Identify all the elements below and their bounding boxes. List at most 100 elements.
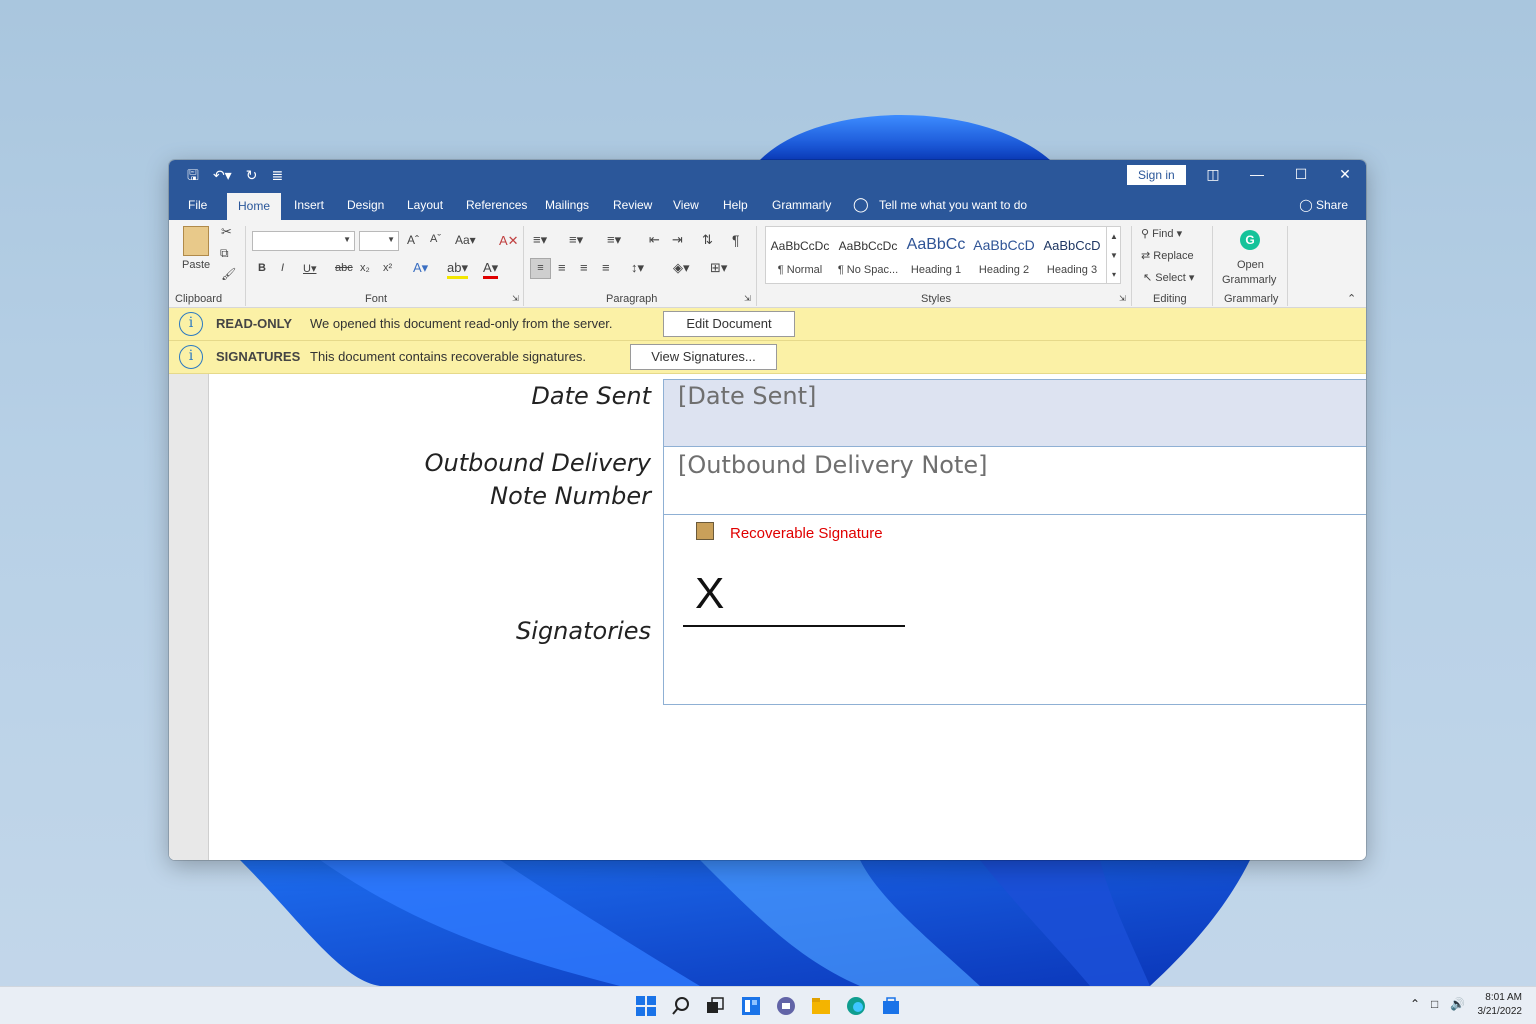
redo-icon[interactable]: ↻ xyxy=(246,165,258,185)
signature-image-icon[interactable] xyxy=(696,522,714,540)
store-icon[interactable] xyxy=(880,995,902,1017)
volume-icon[interactable]: 🔊 xyxy=(1450,997,1465,1011)
justify-icon[interactable]: ≡ xyxy=(602,260,610,275)
tab-insert[interactable]: Insert xyxy=(294,190,324,220)
shrink-font-icon[interactable]: Aˇ xyxy=(430,233,441,245)
grammarly-group-label: Grammarly xyxy=(1224,293,1279,305)
network-icon[interactable]: □ xyxy=(1431,997,1438,1011)
underline-icon[interactable]: U▾ xyxy=(303,262,316,275)
edit-document-button[interactable]: Edit Document xyxy=(663,311,795,337)
sort-icon[interactable]: ⇅ xyxy=(702,232,713,248)
show-formatting-icon[interactable]: ¶ xyxy=(732,232,740,248)
tab-design[interactable]: Design xyxy=(347,190,384,220)
view-signatures-button[interactable]: View Signatures... xyxy=(630,344,777,370)
open-grammarly-line2[interactable]: Grammarly xyxy=(1222,274,1276,286)
align-right-icon[interactable]: ≡ xyxy=(580,260,588,275)
date-sent-placeholder: [Date Sent] xyxy=(678,382,817,410)
increase-indent-icon[interactable]: ⇥ xyxy=(672,232,683,248)
open-grammarly-line1[interactable]: Open xyxy=(1237,259,1264,271)
change-case-icon[interactable]: Aa▾ xyxy=(455,233,476,247)
borders-icon[interactable]: ⊞▾ xyxy=(710,260,727,276)
strikethrough-icon[interactable]: abc xyxy=(335,262,353,274)
tab-help[interactable]: Help xyxy=(723,190,748,220)
select-button[interactable]: ↖ Select ▾ xyxy=(1143,271,1194,284)
align-center-icon[interactable]: ≡ xyxy=(558,260,566,275)
teams-chat-icon[interactable] xyxy=(775,995,797,1017)
customize-qat-icon[interactable]: ≣ xyxy=(271,165,283,185)
cut-icon[interactable]: ✂ xyxy=(221,224,232,240)
tab-home[interactable]: Home xyxy=(227,193,282,220)
multilevel-list-icon[interactable]: ≡▾ xyxy=(607,232,621,248)
tab-review[interactable]: Review xyxy=(613,190,652,220)
find-icon: ⚲ xyxy=(1141,228,1153,240)
bold-icon[interactable]: B xyxy=(258,262,266,274)
tab-grammarly[interactable]: Grammarly xyxy=(772,190,831,220)
save-icon[interactable]: 🖫 xyxy=(187,165,199,185)
numbering-icon[interactable]: ≡▾ xyxy=(569,232,583,248)
clipboard-group-label: Clipboard xyxy=(175,293,223,305)
separator xyxy=(245,226,246,306)
decrease-indent-icon[interactable]: ⇤ xyxy=(649,232,660,248)
clear-formatting-icon[interactable]: A✕ xyxy=(499,233,519,249)
collapse-ribbon-icon[interactable]: ⌃ xyxy=(1347,292,1356,305)
styles-dialog-launcher-icon[interactable]: ⇲ xyxy=(1119,294,1126,303)
message-text: This document contains recoverable signa… xyxy=(310,349,587,364)
bullets-icon[interactable]: ≡▾ xyxy=(533,232,547,248)
share-label: Share xyxy=(1315,198,1348,212)
widgets-icon[interactable] xyxy=(740,995,762,1017)
font-name-combo[interactable]: ▼ xyxy=(252,231,355,251)
paragraph-dialog-launcher-icon[interactable]: ⇲ xyxy=(744,294,751,303)
font-color-icon[interactable]: A▾ xyxy=(483,260,499,279)
minimize-icon[interactable]: — xyxy=(1235,164,1279,184)
copy-icon[interactable]: ⧉ xyxy=(220,246,229,261)
taskbar: ⌃ □ 🔊 8:01 AM 3/21/2022 xyxy=(0,986,1536,1024)
grow-font-icon[interactable]: Aˆ xyxy=(407,233,419,247)
paste-button[interactable]: Paste xyxy=(182,259,210,271)
text-effects-icon[interactable]: A▾ xyxy=(413,260,428,276)
signature-line[interactable] xyxy=(683,625,905,627)
maximize-icon[interactable]: ☐ xyxy=(1279,164,1323,184)
edge-icon[interactable] xyxy=(845,995,867,1017)
clock[interactable]: 8:01 AM 3/21/2022 xyxy=(1478,991,1523,1019)
style-sample: AaBbCcDc xyxy=(770,239,830,253)
task-view-icon[interactable] xyxy=(704,995,726,1017)
align-left-icon[interactable]: ≡ xyxy=(530,258,551,279)
tab-layout[interactable]: Layout xyxy=(407,190,443,220)
sign-in-button[interactable]: Sign in xyxy=(1127,165,1186,185)
start-icon[interactable] xyxy=(635,995,657,1017)
subscript-icon[interactable]: x₂ xyxy=(360,262,370,274)
separator xyxy=(1131,226,1132,306)
delivery-note-field[interactable]: [Outbound Delivery Note] xyxy=(663,446,1366,515)
tab-references[interactable]: References xyxy=(466,190,527,220)
tell-me-search[interactable]: Tell me what you want to do xyxy=(879,190,1027,220)
ribbon-display-options-icon[interactable]: ◫ xyxy=(1191,164,1235,184)
find-button[interactable]: ⚲ Find ▾ xyxy=(1141,227,1182,240)
recoverable-signature-link[interactable]: Recoverable Signature xyxy=(730,525,883,542)
paste-icon[interactable] xyxy=(183,226,209,256)
shading-icon[interactable]: ◈▾ xyxy=(673,260,690,276)
close-icon[interactable]: ✕ xyxy=(1323,164,1366,184)
search-icon[interactable] xyxy=(670,995,692,1017)
window-controls: ◫ — ☐ ✕ xyxy=(1191,164,1366,184)
tab-view[interactable]: View xyxy=(673,190,699,220)
date-sent-field[interactable]: [Date Sent] xyxy=(663,379,1366,447)
styles-scroll[interactable]: ▲ ▼ ▾ xyxy=(1106,227,1121,284)
font-size-combo[interactable]: ▼ xyxy=(359,231,399,251)
grammarly-icon[interactable]: G xyxy=(1240,230,1260,250)
superscript-icon[interactable]: x² xyxy=(383,262,392,274)
tab-mailings[interactable]: Mailings xyxy=(545,190,589,220)
font-dialog-launcher-icon[interactable]: ⇲ xyxy=(512,294,519,303)
highlight-icon[interactable]: ab▾ xyxy=(447,260,468,279)
show-hidden-icons-icon[interactable]: ⌃ xyxy=(1410,997,1420,1011)
info-icon: i xyxy=(179,345,203,369)
line-spacing-icon[interactable]: ↕▾ xyxy=(631,260,644,276)
replace-button[interactable]: ⇄ Replace xyxy=(1141,249,1194,262)
tab-file[interactable]: File xyxy=(188,190,207,220)
find-label: Find xyxy=(1152,228,1174,240)
info-icon: i xyxy=(179,312,203,336)
format-painter-icon[interactable]: 🖌 xyxy=(221,267,236,281)
file-explorer-icon[interactable] xyxy=(810,995,832,1017)
undo-icon[interactable]: ↶▾ xyxy=(213,165,232,185)
share-button[interactable]: ◯ Share xyxy=(1299,190,1348,220)
italic-icon[interactable]: I xyxy=(281,262,284,274)
